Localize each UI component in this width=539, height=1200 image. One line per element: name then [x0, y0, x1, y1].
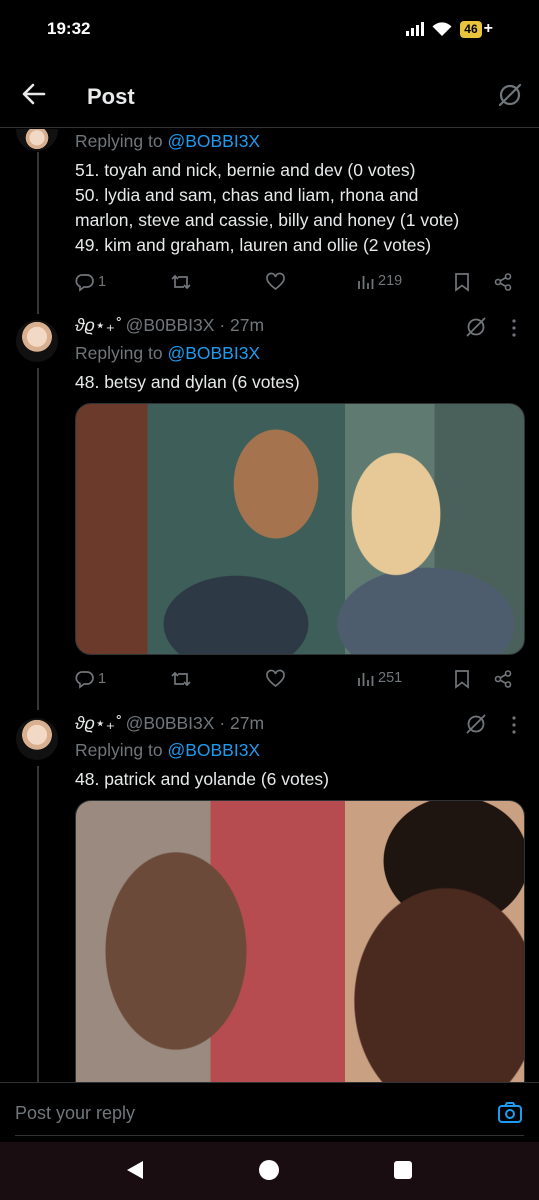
tweet-actions: 1 219 [75, 272, 525, 296]
camera-icon[interactable] [497, 1101, 523, 1125]
status-icons: 46 + [406, 20, 493, 38]
tweet-actions: 1 251 [75, 669, 525, 693]
reply-icon [75, 671, 94, 689]
display-name[interactable]: ϑϱ⋆₊˚ [75, 315, 121, 335]
more-icon[interactable] [507, 715, 521, 735]
avatar[interactable] [16, 129, 58, 151]
reply-input[interactable]: Post your reply [15, 1103, 135, 1124]
reply-input-underline [15, 1135, 524, 1136]
post-header: Post [0, 60, 539, 128]
avatar[interactable] [16, 718, 58, 760]
replying-to: Replying to @BOBBI3X [75, 131, 261, 151]
grok-icon[interactable] [465, 713, 487, 735]
views-count: 251 [378, 670, 403, 686]
views-icon [358, 276, 374, 289]
thread-line [37, 368, 39, 710]
like-icon [266, 669, 285, 688]
reply-icon [75, 274, 94, 292]
repost-icon [171, 274, 191, 290]
tweet-body-line: 49. kim and graham, lauren and ollie (2 … [75, 235, 432, 255]
replying-handle-link[interactable]: @BOBBI3X [167, 740, 260, 760]
nav-home-icon[interactable] [259, 1160, 279, 1180]
replying-to: Replying to @BOBBI3X [75, 343, 261, 363]
back-arrow-icon[interactable] [20, 80, 48, 108]
thread-line [37, 766, 39, 1082]
thread-line [37, 152, 39, 314]
repost-button[interactable] [170, 272, 192, 292]
views-icon [358, 673, 374, 686]
like-button[interactable] [265, 669, 286, 689]
user-handle[interactable]: @B0BBI3X [126, 713, 215, 733]
reply-button[interactable]: 1 [75, 669, 106, 689]
tweet-author-row: ϑϱ⋆₊˚ @B0BBI3X · 27m [75, 315, 264, 336]
display-name[interactable]: ϑϱ⋆₊˚ [75, 713, 121, 733]
like-icon [266, 272, 285, 291]
bookmark-icon [455, 670, 469, 689]
reply-composer: Post your reply [0, 1082, 539, 1142]
tweet-author-row: ϑϱ⋆₊˚ @B0BBI3X · 27m [75, 713, 264, 734]
reply-button[interactable]: 1 [75, 272, 106, 292]
status-bar: 19:32 46 + [0, 0, 539, 60]
nav-back-icon[interactable] [127, 1161, 143, 1179]
repost-icon [171, 671, 191, 687]
replying-handle-link[interactable]: @BOBBI3X [167, 343, 260, 363]
share-icon [494, 273, 512, 291]
views-button[interactable]: 219 [357, 272, 402, 290]
bookmark-button[interactable] [453, 272, 471, 292]
nav-recents-icon[interactable] [394, 1161, 412, 1179]
share-button[interactable] [493, 669, 513, 689]
tweet-time: · 27m [219, 315, 265, 335]
status-time: 19:32 [47, 19, 91, 38]
replying-to: Replying to @BOBBI3X [75, 740, 261, 760]
battery-indicator: 46 [460, 20, 482, 38]
system-nav-bar [0, 1142, 539, 1200]
grok-icon[interactable] [497, 82, 523, 108]
tweet-image[interactable] [75, 800, 525, 1082]
signal-icon [406, 22, 425, 36]
bookmark-icon [455, 273, 469, 292]
bookmark-button[interactable] [453, 669, 471, 689]
reply-count: 1 [98, 274, 107, 290]
reply-count: 1 [98, 671, 107, 687]
wifi-icon [432, 21, 452, 36]
page-title: Post [87, 84, 135, 109]
avatar[interactable] [16, 320, 58, 362]
battery-charging-indicator: + [483, 20, 493, 37]
share-button[interactable] [493, 272, 513, 292]
tweet-body-line: 50. lydia and sam, chas and liam, rhona … [75, 185, 419, 205]
tweet-body-line: 48. patrick and yolande (6 votes) [75, 769, 329, 789]
grok-icon[interactable] [465, 316, 487, 338]
tweet-time: · 27m [219, 713, 265, 733]
tweet-body-line: marlon, steve and cassie, billy and hone… [75, 210, 460, 230]
tweet-image[interactable] [75, 403, 525, 655]
tweet-body-line: 51. toyah and nick, bernie and dev (0 vo… [75, 160, 416, 180]
tweet-body-line: 48. betsy and dylan (6 votes) [75, 372, 300, 392]
share-icon [494, 670, 512, 688]
like-button[interactable] [265, 272, 286, 292]
views-button[interactable]: 251 [357, 669, 402, 687]
replying-handle-link[interactable]: @BOBBI3X [167, 131, 260, 151]
views-count: 219 [378, 273, 403, 289]
more-icon[interactable] [507, 318, 521, 338]
user-handle[interactable]: @B0BBI3X [126, 315, 215, 335]
repost-button[interactable] [170, 669, 192, 689]
